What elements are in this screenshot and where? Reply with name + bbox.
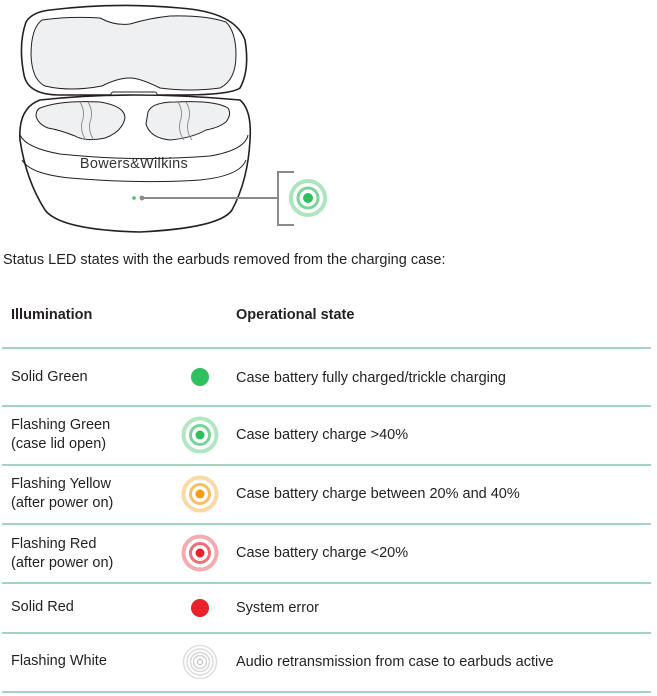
flashing-red-led-icon — [180, 533, 220, 573]
illumination-sublabel: (case lid open) — [11, 436, 107, 452]
table-row: Flashing Red (after power on) Case batte… — [0, 524, 657, 582]
illumination-label: Flashing Yellow — [11, 476, 111, 492]
table-row: Solid Red System error — [0, 583, 657, 632]
column-header-illumination: Illumination — [11, 307, 93, 323]
led-dot — [191, 368, 209, 386]
illumination-label: Solid Green — [11, 369, 88, 385]
illumination-cell: Flashing White — [11, 652, 107, 671]
illumination-cell: Solid Green — [11, 368, 88, 387]
operational-state-cell: Case battery charge >40% — [236, 427, 409, 443]
illumination-label: Solid Red — [11, 599, 74, 615]
table-row: Solid Green Case battery fully charged/t… — [0, 349, 657, 405]
intro-text: Status LED states with the earbuds remov… — [3, 252, 446, 268]
illumination-cell: Flashing Green (case lid open) — [11, 416, 110, 454]
flashing-white-led-icon — [180, 642, 220, 682]
led-center-dot — [195, 548, 205, 558]
operational-state-cell: Case battery charge <20% — [236, 545, 409, 561]
flashing-green-led-icon — [180, 415, 220, 455]
operational-state-cell: System error — [236, 600, 319, 616]
table-row: Flashing Yellow (after power on) Case ba… — [0, 465, 657, 523]
table-bottom-rule — [2, 691, 651, 693]
illumination-label: Flashing Green — [11, 417, 111, 433]
operational-state-cell: Audio retransmission from case to earbud… — [236, 654, 554, 670]
callout-flashing-green-led-icon — [289, 179, 327, 217]
illumination-cell: Flashing Yellow (after power on) — [11, 475, 113, 513]
illumination-sublabel: (after power on) — [11, 495, 114, 511]
led-ring — [182, 644, 218, 680]
led-center-dot — [197, 659, 203, 665]
table-row: Flashing White Audio retransmission from… — [0, 633, 657, 691]
led-center-dot — [195, 430, 205, 440]
illumination-sublabel: (after power on) — [11, 555, 114, 571]
led-dot — [191, 599, 209, 617]
illumination-cell: Flashing Red (after power on) — [11, 535, 113, 573]
brand-logo: Bowers&Wilkins — [80, 156, 188, 172]
illumination-label: Flashing Red — [11, 536, 97, 552]
table-row: Flashing Green (case lid open) Case batt… — [0, 406, 657, 464]
operational-state-cell: Case battery charge between 20% and 40% — [236, 486, 520, 502]
case-led-green — [132, 196, 136, 200]
charging-case-illustration: Bowers&Wilkins — [19, 4, 327, 233]
flashing-yellow-led-icon — [180, 474, 220, 514]
solid-green-led-icon — [180, 357, 220, 397]
led-ring — [192, 654, 208, 670]
led-center-dot — [195, 489, 205, 499]
illumination-label: Flashing White — [11, 653, 107, 669]
illumination-cell: Solid Red — [11, 598, 74, 617]
operational-state-cell: Case battery fully charged/trickle charg… — [236, 370, 506, 386]
solid-red-led-icon — [180, 588, 220, 628]
column-header-operational-state: Operational state — [236, 307, 355, 323]
